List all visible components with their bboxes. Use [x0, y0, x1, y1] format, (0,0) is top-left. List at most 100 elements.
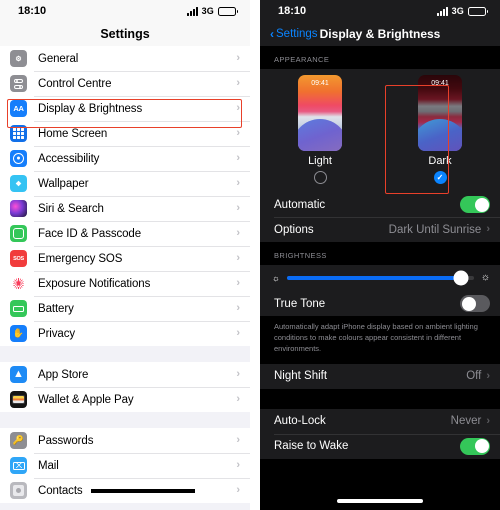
row-label: Automatic: [274, 198, 326, 211]
sidebar-item-wallet-apple-pay[interactable]: Wallet & Apple Pay ›: [0, 387, 250, 412]
row-label: Siri & Search: [38, 202, 104, 215]
accessibility-icon: ●: [10, 150, 27, 167]
row-label: Display & Brightness: [38, 102, 143, 115]
row-label: Emergency SOS: [38, 252, 123, 265]
chevron-right-icon: ›: [236, 302, 240, 314]
row-label: Mail: [38, 459, 59, 472]
row-label: Control Centre: [38, 77, 112, 90]
row-automatic[interactable]: Automatic: [260, 192, 500, 217]
row-label: True Tone: [274, 297, 326, 310]
appearance-option-dark[interactable]: 09:41 Dark ✓: [405, 75, 475, 184]
back-button[interactable]: ‹ Settings: [270, 28, 318, 40]
radio-dark-selected[interactable]: ✓: [433, 171, 447, 184]
chevron-right-icon: ›: [236, 227, 240, 239]
sidebar-item-app-store[interactable]: ▲ App Store ›: [0, 362, 250, 387]
row-auto-lock[interactable]: Auto-Lock Never ›: [260, 408, 500, 434]
raise-to-wake-toggle[interactable]: [460, 437, 490, 455]
row-label: Face ID & Passcode: [38, 227, 142, 240]
row-label: Exposure Notifications: [38, 277, 151, 290]
row-options[interactable]: Options Dark Until Sunrise ›: [260, 217, 500, 242]
chevron-right-icon: ›: [236, 52, 240, 64]
face-id-icon: [10, 225, 27, 242]
sidebar-item-accessibility[interactable]: ● Accessibility ›: [0, 146, 250, 171]
settings-group-1: ⚙ General › Control Centre › AA Display …: [0, 46, 250, 346]
sidebar-item-home-screen[interactable]: Home Screen ›: [0, 121, 250, 146]
chevron-right-icon: ›: [236, 77, 240, 89]
status-bar-left: 18:10 3G: [0, 0, 250, 22]
battery-icon: [218, 6, 238, 16]
brightness-slider[interactable]: [286, 270, 474, 286]
settings-group-2: ▲ App Store › Wallet & Apple Pay ›: [0, 362, 250, 412]
appearance-option-light[interactable]: 09:41 Light: [285, 75, 355, 184]
sidebar-item-emergency-sos[interactable]: SOS Emergency SOS ›: [0, 246, 250, 271]
sidebar-item-passwords[interactable]: 🔑 Passwords ›: [0, 428, 250, 453]
row-label: Accessibility: [38, 152, 100, 165]
chevron-right-icon: ›: [236, 152, 240, 164]
row-true-tone[interactable]: True Tone: [260, 291, 500, 316]
brightness-slider-row[interactable]: ☼ ☼: [260, 265, 500, 291]
wallpaper-blob: [418, 119, 462, 151]
sidebar-item-contacts[interactable]: Contacts ›: [0, 478, 250, 503]
network-type-label: 3G: [451, 6, 464, 16]
status-indicators: 3G: [186, 6, 238, 16]
section-header-appearance: APPEARANCE: [274, 55, 330, 64]
signal-bars-icon: [186, 6, 198, 16]
chevron-left-icon: ‹: [270, 27, 274, 41]
redaction-bar: [91, 489, 195, 493]
privacy-hand-icon: ✋: [10, 325, 27, 342]
network-type-label: 3G: [201, 6, 214, 16]
sidebar-item-mail[interactable]: Mail ›: [0, 453, 250, 478]
sidebar-item-control-centre[interactable]: Control Centre ›: [0, 71, 250, 96]
chevron-right-icon: ›: [236, 368, 240, 380]
chevron-right-icon: ›: [236, 484, 240, 496]
battery-icon: [468, 6, 488, 16]
section-header-brightness: BRIGHTNESS: [274, 251, 327, 260]
passwords-key-icon: 🔑: [10, 432, 27, 449]
sidebar-item-general[interactable]: ⚙ General ›: [0, 46, 250, 71]
navigation-bar: ‹ Settings Display & Brightness: [260, 22, 500, 46]
emergency-sos-icon: SOS: [10, 250, 27, 267]
settings-content: APPEARANCE 09:41 Light 09:41 Dark ✓ Auto…: [260, 46, 500, 508]
true-tone-footnote: Automatically adapt iPhone display based…: [260, 316, 500, 364]
row-label: Options: [274, 223, 314, 236]
settings-list-screen: 18:10 3G Settings ⚙ General › Control Ce…: [0, 0, 250, 510]
sidebar-item-display-brightness[interactable]: AA Display & Brightness ›: [0, 96, 250, 121]
chevron-right-icon: ›: [486, 369, 490, 382]
row-label: Home Screen: [38, 127, 108, 140]
row-raise-to-wake[interactable]: Raise to Wake: [260, 433, 500, 459]
sidebar-item-exposure-notifications[interactable]: Exposure Notifications ›: [0, 271, 250, 296]
chevron-right-icon: ›: [236, 102, 240, 114]
radio-light[interactable]: [313, 171, 327, 184]
settings-list: ⚙ General › Control Centre › AA Display …: [0, 46, 250, 510]
appearance-picker: 09:41 Light 09:41 Dark ✓: [260, 69, 500, 192]
appearance-option-label: Dark: [428, 155, 452, 167]
status-time: 18:10: [278, 5, 307, 17]
status-time: 18:10: [18, 5, 47, 17]
sidebar-item-privacy[interactable]: ✋ Privacy ›: [0, 321, 250, 346]
sidebar-item-siri-search[interactable]: Siri & Search ›: [0, 196, 250, 221]
preview-time: 09:41: [431, 80, 449, 87]
exposure-notifications-icon: [10, 275, 27, 292]
group-separator: [0, 412, 250, 428]
home-screen-icon: [10, 125, 27, 142]
row-label: Wallet & Apple Pay: [38, 393, 134, 406]
group-separator: [0, 346, 250, 362]
status-indicators: 3G: [436, 6, 488, 16]
row-night-shift[interactable]: Night Shift Off ›: [260, 363, 500, 389]
row-value: Never: [450, 415, 482, 428]
chevron-right-icon: ›: [236, 202, 240, 214]
automatic-toggle[interactable]: [460, 196, 490, 213]
sidebar-item-wallpaper[interactable]: ❖ Wallpaper ›: [0, 171, 250, 196]
row-label: App Store: [38, 368, 89, 381]
row-label: Wallpaper: [38, 177, 89, 190]
true-tone-toggle[interactable]: [460, 295, 490, 312]
sidebar-item-face-id-passcode[interactable]: Face ID & Passcode ›: [0, 221, 250, 246]
slider-knob[interactable]: [453, 270, 469, 286]
row-value: Dark Until Sunrise: [388, 223, 482, 236]
page-title: Settings: [0, 22, 250, 46]
chevron-right-icon: ›: [486, 223, 490, 235]
sidebar-item-battery[interactable]: Battery ›: [0, 296, 250, 321]
chevron-right-icon: ›: [236, 393, 240, 405]
light-wallpaper-preview: 09:41: [298, 75, 342, 151]
gear-icon: ⚙: [10, 50, 27, 67]
